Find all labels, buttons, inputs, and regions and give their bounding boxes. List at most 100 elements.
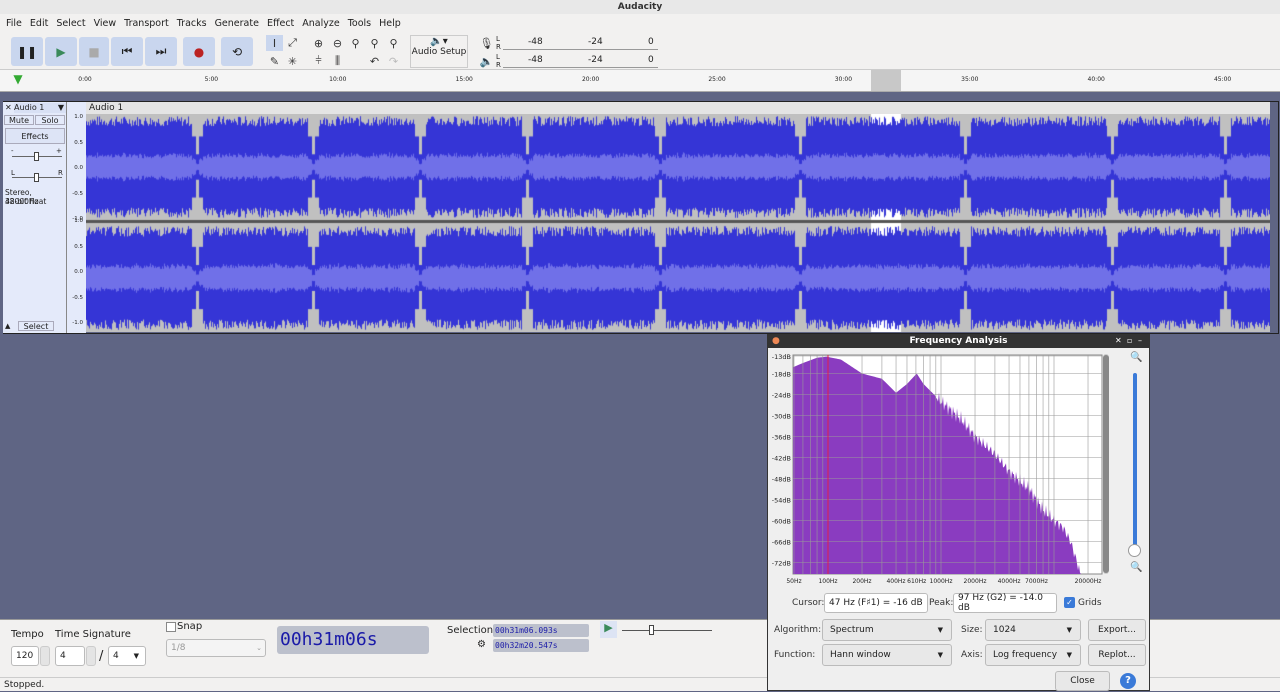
effects-button[interactable]: Effects	[5, 128, 65, 144]
plot-scrollbar[interactable]	[1103, 354, 1109, 574]
gear-icon[interactable]: ⚙	[477, 639, 486, 650]
zoom-slider[interactable]	[1133, 373, 1137, 550]
scale-label: 1.0	[74, 114, 83, 120]
draw-tool-icon[interactable]: ✎	[266, 53, 283, 69]
play-at-speed-button[interactable]: ▶	[600, 621, 617, 638]
silence-icon[interactable]: ⫼	[329, 53, 346, 69]
trim-icon[interactable]: ⫩	[310, 53, 327, 69]
close-button[interactable]: Close	[1055, 671, 1110, 691]
loop-button[interactable]: ⟲	[221, 37, 253, 66]
db-label: -66dB	[772, 539, 791, 547]
fit-selection-icon[interactable]: ⚲	[347, 35, 364, 51]
pan-slider-thumb[interactable]	[34, 173, 39, 182]
select-track-button[interactable]: Select	[18, 321, 54, 331]
track-bit-depth: 32-bit float	[5, 197, 46, 206]
zoom-out-icon[interactable]: ⊖	[329, 35, 346, 51]
help-button[interactable]: ?	[1120, 673, 1136, 689]
function-select[interactable]: Hann window	[822, 644, 952, 666]
algorithm-select[interactable]: Spectrum	[822, 619, 952, 641]
skip-end-button[interactable]: ⏭	[145, 37, 177, 66]
mute-button[interactable]: Mute	[4, 115, 34, 125]
play-speed-slider[interactable]	[622, 630, 712, 631]
close-track-icon[interactable]: ✕	[5, 103, 13, 113]
export-button[interactable]: Export...	[1088, 619, 1146, 641]
stop-button[interactable]: ■	[79, 37, 109, 66]
tempo-spinner[interactable]	[40, 646, 50, 666]
audio-setup-button[interactable]: 🔈▾ Audio Setup	[410, 35, 468, 68]
multi-tool-icon[interactable]: ✳	[284, 53, 301, 69]
snap-select[interactable]: 1/8⌄	[166, 639, 266, 657]
db-label: -54dB	[772, 497, 791, 505]
gain-slider-thumb[interactable]	[34, 152, 39, 161]
selection-end[interactable]: 00h32m20.547s	[493, 639, 589, 652]
envelope-tool-icon[interactable]: ⤢	[284, 35, 301, 51]
menu-effect[interactable]: Effect	[263, 14, 298, 33]
fit-project-icon[interactable]: ⚲	[366, 35, 383, 51]
menu-generate[interactable]: Generate	[211, 14, 263, 33]
size-select[interactable]: 1024	[985, 619, 1081, 641]
ruler-label: 25:00	[708, 76, 725, 83]
menu-view[interactable]: View	[90, 14, 121, 33]
zoom-toggle-icon[interactable]: ⚲	[385, 35, 402, 51]
close-window-icon[interactable]: ✕	[1115, 336, 1122, 345]
grids-checkbox[interactable]: ✓	[1064, 597, 1075, 608]
selection-start[interactable]: 00h31m06.093s	[493, 624, 589, 637]
dialog-title: Frequency Analysis	[768, 335, 1149, 348]
scale-label: 0.5	[74, 140, 83, 146]
db-label: -72dB	[772, 560, 791, 568]
selection-tool-icon[interactable]: I	[266, 35, 283, 51]
db-label: -60dB	[772, 518, 791, 526]
spectrum-plot[interactable]: -13dB-18dB-24dB-30dB-36dB-42dB-48dB-54dB…	[768, 349, 1151, 589]
pause-button[interactable]: ❚❚	[11, 37, 43, 66]
play-button[interactable]: ▶	[45, 37, 77, 66]
axis-select[interactable]: Log frequency	[985, 644, 1081, 666]
play-head-icon[interactable]: ▼	[10, 72, 26, 88]
ruler-label: 10:00	[329, 76, 346, 83]
db-label: -13dB	[772, 353, 791, 361]
collapse-icon[interactable]: ▲	[5, 322, 10, 330]
replot-button[interactable]: Replot...	[1088, 644, 1146, 666]
menu-file[interactable]: File	[2, 14, 26, 33]
ts-slash: /	[99, 649, 103, 664]
menu-tracks[interactable]: Tracks	[173, 14, 211, 33]
redo-icon[interactable]: ↷	[385, 53, 402, 69]
snap-checkbox[interactable]	[166, 622, 176, 632]
zoom-out-icon[interactable]: 🔍	[1130, 562, 1142, 573]
menu-analyze[interactable]: Analyze	[298, 14, 343, 33]
playback-speaker-icon[interactable]: 🔈	[478, 53, 495, 69]
grids-label: Grids	[1078, 598, 1102, 608]
menu-transport[interactable]: Transport	[120, 14, 173, 33]
menu-select[interactable]: Select	[52, 14, 89, 33]
axis-label: Axis:	[961, 650, 983, 660]
ts-numerator-input[interactable]: 4	[55, 646, 85, 666]
play-speed-thumb[interactable]	[649, 625, 654, 635]
maximize-icon[interactable]: ▫	[1127, 336, 1132, 345]
menu-tools[interactable]: Tools	[344, 14, 375, 33]
freq-label: 200Hz	[852, 578, 871, 585]
playback-meter[interactable]: -48-240	[503, 54, 658, 68]
gain-plus-label: +	[56, 147, 62, 155]
minimize-icon[interactable]: –	[1138, 336, 1142, 345]
zoom-in-icon[interactable]: 🔍	[1130, 352, 1142, 363]
freq-label: 610Hz	[907, 578, 926, 585]
peak-value: 97 Hz (G2) = -14.0 dB	[953, 593, 1057, 613]
skip-start-button[interactable]: ⏮	[111, 37, 143, 66]
db-label: -18dB	[772, 371, 791, 379]
tempo-input[interactable]: 120	[11, 646, 39, 666]
ts-numerator-spinner[interactable]	[86, 646, 96, 666]
undo-icon[interactable]: ↶	[366, 53, 383, 69]
time-display[interactable]: 00h31m06s	[277, 626, 429, 654]
frequency-analysis-dialog: Frequency Analysis ● ✕ ▫ – -13dB-18dB-24…	[767, 334, 1150, 691]
menu-edit[interactable]: Edit	[26, 14, 52, 33]
zoom-slider-thumb[interactable]	[1128, 544, 1141, 557]
ts-denominator-select[interactable]: 4▼	[108, 646, 146, 666]
record-meter[interactable]: -48-240	[503, 36, 658, 50]
timeline-ruler[interactable]: ▼ 0:005:0010:0015:0020:0025:0030:0035:00…	[0, 70, 1280, 92]
record-button[interactable]: ●	[183, 37, 215, 66]
track-name-menu[interactable]: Audio 1▼	[14, 103, 66, 113]
solo-button[interactable]: Solo	[35, 115, 65, 125]
microphone-icon[interactable]: 🎙	[478, 35, 495, 51]
waveform[interactable]	[86, 114, 1270, 332]
menu-help[interactable]: Help	[375, 14, 405, 33]
zoom-in-icon[interactable]: ⊕	[310, 35, 327, 51]
